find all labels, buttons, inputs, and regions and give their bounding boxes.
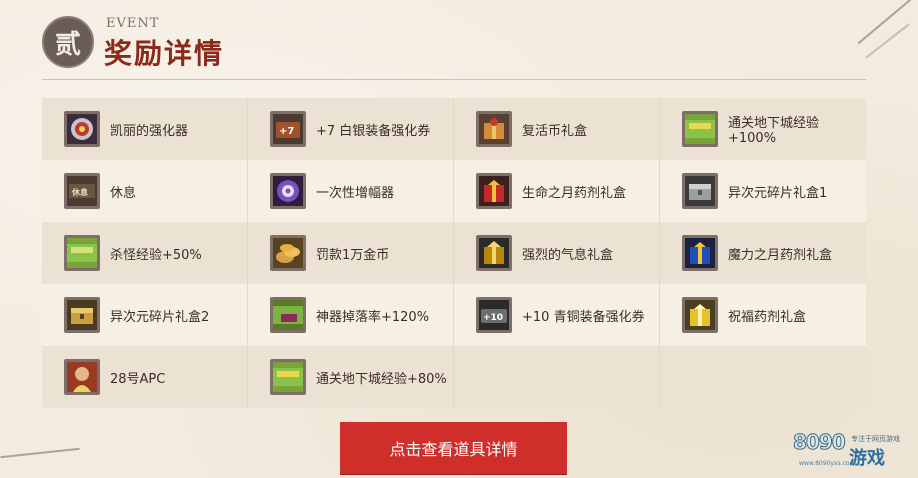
reward-grid: 凯丽的强化器 +7 +7 白银装备强化券 复活币礼盒 通关地下城经验+100% … (42, 98, 866, 408)
reward-item: +10 +10 青铜装备强化券 (454, 284, 660, 346)
reward-item: 神器掉落率+120% (248, 284, 454, 346)
kelly-enhancer-icon (64, 111, 100, 147)
reward-label: 异次元碎片礼盒2 (110, 309, 210, 325)
reward-item: 强烈的气息礼盒 (454, 222, 660, 284)
reward-label: 休息 (110, 185, 137, 201)
empty-cell (454, 346, 660, 408)
reward-item: 复活币礼盒 (454, 98, 660, 160)
drop-rate-icon (270, 297, 306, 333)
reward-item: 生命之月药剂礼盒 (454, 160, 660, 222)
svg-text:+10: +10 (483, 313, 503, 323)
exp-boost-80-icon (270, 359, 306, 395)
amplifier-icon (270, 173, 306, 209)
reward-label: 神器掉落率+120% (316, 309, 430, 325)
reward-item: 一次性增幅器 (248, 160, 454, 222)
reward-item: 凯丽的强化器 (42, 98, 248, 160)
view-item-details-button[interactable]: 点击查看道具详情 (340, 422, 567, 474)
dimension-box-2-icon (64, 297, 100, 333)
section-number-badge: 贰 (42, 16, 94, 68)
page-title: 奖励详情 (104, 37, 225, 70)
life-potion-box-icon (476, 173, 512, 209)
reward-item: 异次元碎片礼盒2 (42, 284, 248, 346)
plus10-ticket-icon: +10 (476, 297, 512, 333)
logo-number: 8090 (793, 430, 847, 455)
reward-label: 一次性增幅器 (316, 185, 395, 201)
reward-label: 28号APC (110, 371, 166, 387)
reward-label: 异次元碎片礼盒1 (728, 185, 828, 201)
header-divider (42, 79, 866, 80)
reward-item: 杀怪经验+50% (42, 222, 248, 284)
plus7-ticket-icon: +7 (270, 111, 306, 147)
aura-box-icon (476, 235, 512, 271)
svg-text:休息: 休息 (71, 187, 88, 197)
reward-label: +10 青铜装备强化券 (522, 309, 645, 325)
reward-label: 复活币礼盒 (522, 123, 588, 139)
reward-label: 罚款1万金币 (316, 247, 390, 263)
reward-item: 休息 休息 (42, 160, 248, 222)
revive-coin-box-icon (476, 111, 512, 147)
rest-icon: 休息 (64, 173, 100, 209)
logo-url: www.8090yxs.com (799, 460, 856, 467)
gold-coins-icon (270, 235, 306, 271)
site-logo[interactable]: 8090 专注于网页游戏 游戏 www.8090yxs.com (793, 430, 913, 474)
reward-label: 祝福药剂礼盒 (728, 309, 807, 325)
reward-item: 异次元碎片礼盒1 (660, 160, 866, 222)
dimension-box-icon (682, 173, 718, 209)
reward-label: 魔力之月药剂礼盒 (728, 247, 833, 263)
section-header: 贰 EVENT 奖励详情 (42, 14, 872, 70)
reward-label: +7 白银装备强化券 (316, 123, 431, 139)
event-label: EVENT (106, 16, 160, 31)
reward-label: 通关地下城经验+100% (728, 116, 820, 146)
reward-item: 通关地下城经验+100% (660, 98, 866, 160)
reward-item: 罚款1万金币 (248, 222, 454, 284)
reward-label: 强烈的气息礼盒 (522, 247, 614, 263)
reward-item: 通关地下城经验+80% (248, 346, 454, 408)
reward-item: 祝福药剂礼盒 (660, 284, 866, 346)
exp-boost-icon (682, 111, 718, 147)
reward-item: +7 +7 白银装备强化券 (248, 98, 454, 160)
reward-item: 28号APC (42, 346, 248, 408)
reward-label: 通关地下城经验+80% (316, 371, 447, 387)
reward-item: 魔力之月药剂礼盒 (660, 222, 866, 284)
empty-cell (660, 346, 866, 408)
apc-portrait-icon (64, 359, 100, 395)
reward-label: 生命之月药剂礼盒 (522, 185, 627, 201)
reward-label: 凯丽的强化器 (110, 123, 189, 139)
mana-potion-box-icon (682, 235, 718, 271)
reward-label: 杀怪经验+50% (110, 247, 202, 263)
blessing-box-icon (682, 297, 718, 333)
kill-exp-icon (64, 235, 100, 271)
svg-text:+7: +7 (279, 126, 294, 137)
logo-tagline: 专注于网页游戏 (851, 435, 900, 443)
